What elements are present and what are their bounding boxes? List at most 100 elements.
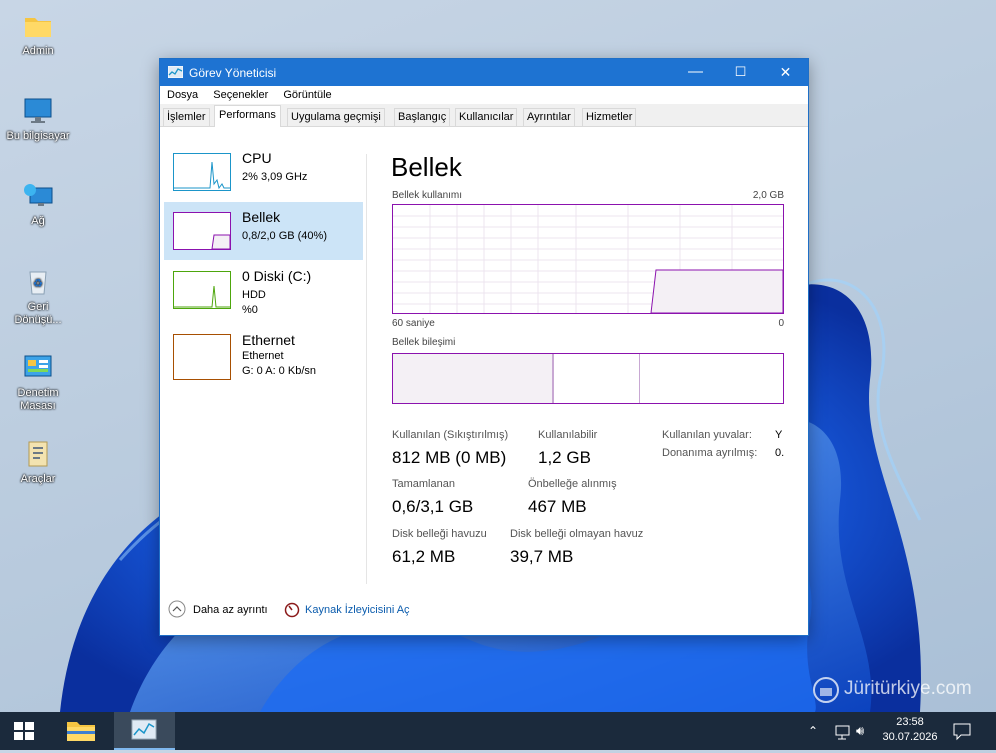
resource-item-ethernet[interactable]: Ethernet Ethernet G: 0 A: 0 Kb/sn <box>164 326 363 384</box>
chevron-up-icon[interactable] <box>168 600 186 618</box>
desktop-icon-label: Bu bilgisayar <box>6 130 70 142</box>
memory-composition-label: Bellek bileşimi <box>392 337 456 348</box>
svg-text:♻: ♻ <box>33 278 43 290</box>
desktop-icon-tools[interactable]: Araçlar <box>4 438 72 486</box>
task-manager-icon <box>167 65 184 79</box>
stat-available-label: Kullanılabilir <box>538 429 598 441</box>
desktop-icon-label: Admin <box>22 45 54 57</box>
close-button[interactable]: ✕ <box>763 59 808 86</box>
ethernet-thumbnail-graph <box>173 334 231 380</box>
stat-in-use-value: 812 MB (0 MB) <box>392 448 507 467</box>
task-manager-window: Görev Yöneticisi — ☐ ✕ Dosya Seçenekler … <box>159 58 809 636</box>
resource-name: Ethernet <box>242 332 295 348</box>
stat-nonpaged-pool-value: 39,7 MB <box>510 547 574 566</box>
menu-options[interactable]: Seçenekler <box>213 86 268 104</box>
notifications-icon[interactable] <box>950 712 974 750</box>
taskbar: ⌃ 🔊︎ 23:58 30.07.2026 <box>0 712 996 750</box>
graph-time-right: 0 <box>778 318 784 329</box>
page-title: Bellek <box>391 152 462 182</box>
clock-time: 23:58 <box>896 716 924 728</box>
resource-name: CPU <box>242 150 272 166</box>
stat-available-value: 1,2 GB <box>538 448 591 467</box>
desktop-icon-recycle-bin[interactable]: ♻ Geri Dönüşü... <box>4 266 72 327</box>
file-explorer-taskbar-button[interactable] <box>57 712 105 750</box>
memory-usage-graph <box>392 204 784 314</box>
stat-committed-label: Tamamlanan <box>392 478 455 490</box>
task-manager-icon <box>131 719 157 740</box>
stat-paged-pool-label: Disk belleği havuzu <box>392 528 487 540</box>
volume-icon[interactable]: 🔊︎ <box>856 712 876 750</box>
menu-view[interactable]: Görüntüle <box>283 86 331 104</box>
memory-usage-max: 2,0 GB <box>752 190 784 201</box>
resource-name: 0 Diski (C:) <box>242 268 312 284</box>
show-hidden-icons-chevron-icon[interactable]: ⌃ <box>808 712 828 750</box>
stat-in-use-label: Kullanılan (Sıkıştırılmış) <box>392 429 509 441</box>
desktop-icon-control-panel[interactable]: Denetim Masası <box>4 352 72 413</box>
stat-paged-pool-value: 61,2 MB <box>392 547 456 566</box>
resource-item-cpu[interactable]: CPU 2% 3,09 GHz <box>164 143 363 201</box>
stat-slots-label: Kullanılan yuvalar: <box>662 429 752 441</box>
folder-icon <box>22 10 54 42</box>
menu-bar: Dosya Seçenekler Görüntüle <box>160 86 808 104</box>
window-title: Görev Yöneticisi <box>189 66 277 80</box>
tab-app-history[interactable]: Uygulama geçmişi <box>287 108 385 126</box>
stat-nonpaged-pool-label: Disk belleği olmayan havuz <box>510 528 644 540</box>
clock-date: 30.07.2026 <box>882 731 938 743</box>
resource-detail: %0 <box>242 304 258 316</box>
stat-slots-value: Y <box>775 429 783 441</box>
tab-users[interactable]: Kullanıcılar <box>455 108 518 126</box>
resource-detail: HDD <box>242 289 266 301</box>
stat-committed-value: 0,6/3,1 GB <box>392 497 474 516</box>
composition-in-use <box>393 354 554 403</box>
start-button[interactable] <box>0 712 48 750</box>
tab-bar: İşlemler Performans Uygulama geçmişi Baş… <box>160 104 808 127</box>
network-tray-icon[interactable] <box>833 712 853 750</box>
windows-logo-icon <box>14 722 34 740</box>
resource-detail: 0,8/2,0 GB (40%) <box>242 230 327 242</box>
resource-list: CPU 2% 3,09 GHz Bellek 0,8/2,0 GB (40%) … <box>160 127 365 567</box>
fewer-details-link[interactable]: Daha az ayrıntı <box>193 604 268 616</box>
desktop-icon-label: Araçlar <box>20 473 56 485</box>
resource-monitor-icon <box>284 602 300 618</box>
desktop-icon-network[interactable]: Ağ <box>4 180 72 228</box>
maximize-button[interactable]: ☐ <box>718 59 763 86</box>
task-manager-taskbar-button[interactable] <box>114 712 175 750</box>
menu-file[interactable]: Dosya <box>167 86 198 104</box>
computer-icon <box>22 95 54 127</box>
disk-thumbnail-graph <box>173 271 231 309</box>
tab-details[interactable]: Ayrıntılar <box>523 108 575 126</box>
stat-reserved-value: 0. <box>775 447 785 459</box>
composition-cached-divider <box>639 354 640 403</box>
memory-thumbnail-graph <box>173 212 231 250</box>
tools-icon <box>22 438 54 470</box>
minimize-button[interactable]: — <box>673 59 718 86</box>
cpu-thumbnail-graph <box>173 153 231 191</box>
watermark-logo-icon <box>812 676 840 704</box>
watermark-text: Jüritürkiye.com <box>844 678 972 699</box>
tab-startup[interactable]: Başlangıç <box>394 108 451 126</box>
resource-detail: Ethernet <box>242 350 284 362</box>
watermark: Jüritürkiye.com <box>812 676 992 708</box>
tab-processes[interactable]: İşlemler <box>163 108 210 126</box>
resource-name: Bellek <box>242 209 281 225</box>
stat-cached-label: Önbelleğe alınmış <box>528 478 617 490</box>
desktop-icon-this-pc[interactable]: Bu bilgisayar <box>4 95 72 143</box>
resource-item-disk[interactable]: 0 Diski (C:) HDD %0 <box>164 261 363 319</box>
tab-services[interactable]: Hizmetler <box>582 108 637 126</box>
recycle-bin-icon: ♻ <box>22 266 54 298</box>
network-icon <box>22 180 54 212</box>
desktop-icon-label: Geri Dönüşü... <box>14 301 62 326</box>
title-bar[interactable]: Görev Yöneticisi — ☐ ✕ <box>160 59 808 86</box>
desktop-icon-label: Denetim Masası <box>17 387 59 412</box>
desktop-icon-label: Ağ <box>31 215 45 227</box>
memory-composition-bar <box>392 353 784 404</box>
resource-detail: G: 0 A: 0 Kb/sn <box>242 365 316 377</box>
resource-item-memory[interactable]: Bellek 0,8/2,0 GB (40%) <box>164 202 363 260</box>
graph-time-left: 60 saniye <box>392 318 435 329</box>
stat-cached-value: 467 MB <box>528 497 587 516</box>
tab-performance[interactable]: Performans <box>214 105 281 127</box>
clock[interactable]: 23:58 30.07.2026 <box>880 712 940 750</box>
open-resource-monitor-link[interactable]: Kaynak İzleyicisini Aç <box>305 604 410 616</box>
stat-reserved-label: Donanıma ayrılmış: <box>662 447 758 459</box>
desktop-icon-admin[interactable]: Admin <box>4 10 72 58</box>
